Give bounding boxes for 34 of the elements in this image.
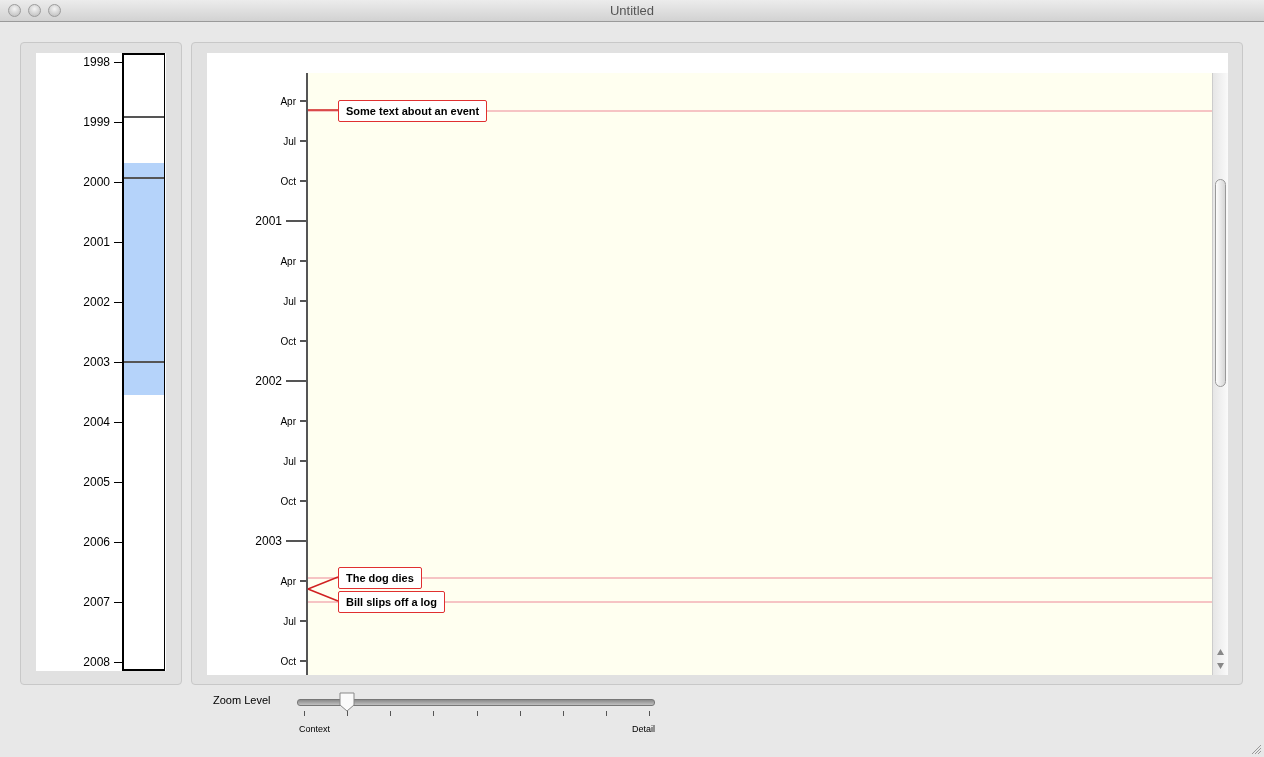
year-label: 2002 bbox=[83, 295, 110, 309]
month-label: Jul bbox=[283, 615, 296, 627]
month-label: Jul bbox=[283, 455, 296, 467]
month-label: Oct bbox=[280, 335, 296, 347]
year-label: 2002 bbox=[255, 374, 282, 388]
year-label: 2003 bbox=[83, 355, 110, 369]
zoom-slider[interactable]: Context Detail bbox=[297, 691, 657, 755]
month-label: Apr bbox=[280, 95, 296, 107]
slider-max-label: Detail bbox=[632, 724, 655, 734]
window-title: Untitled bbox=[609, 3, 655, 18]
month-label: Apr bbox=[280, 255, 296, 267]
year-label: 1999 bbox=[83, 115, 110, 129]
year-label: 2003 bbox=[255, 534, 282, 548]
month-label: Oct bbox=[280, 175, 296, 187]
event-label[interactable]: Bill slips off a log bbox=[338, 591, 446, 613]
year-label: 2000 bbox=[83, 175, 110, 189]
month-label: Jul bbox=[283, 135, 296, 147]
year-label: 2001 bbox=[83, 235, 110, 249]
year-label: 2004 bbox=[83, 415, 110, 429]
year-label: 1998 bbox=[83, 55, 110, 69]
month-label: Oct bbox=[280, 495, 296, 507]
month-label: Jul bbox=[283, 295, 296, 307]
slider-min-label: Context bbox=[299, 724, 331, 734]
event-label[interactable]: The dog dies bbox=[338, 567, 422, 589]
year-label: 2001 bbox=[255, 214, 282, 228]
year-label: 2006 bbox=[83, 535, 110, 549]
month-label: Apr bbox=[280, 575, 296, 587]
event-label[interactable]: Some text about an event bbox=[338, 100, 488, 122]
month-label: Oct bbox=[280, 655, 296, 667]
year-label: 2008 bbox=[83, 655, 110, 669]
year-label: 2007 bbox=[83, 595, 110, 609]
year-label: 2005 bbox=[83, 475, 110, 489]
month-label: Apr bbox=[280, 415, 296, 427]
zoom-level-label: Zoom Level bbox=[213, 694, 272, 708]
